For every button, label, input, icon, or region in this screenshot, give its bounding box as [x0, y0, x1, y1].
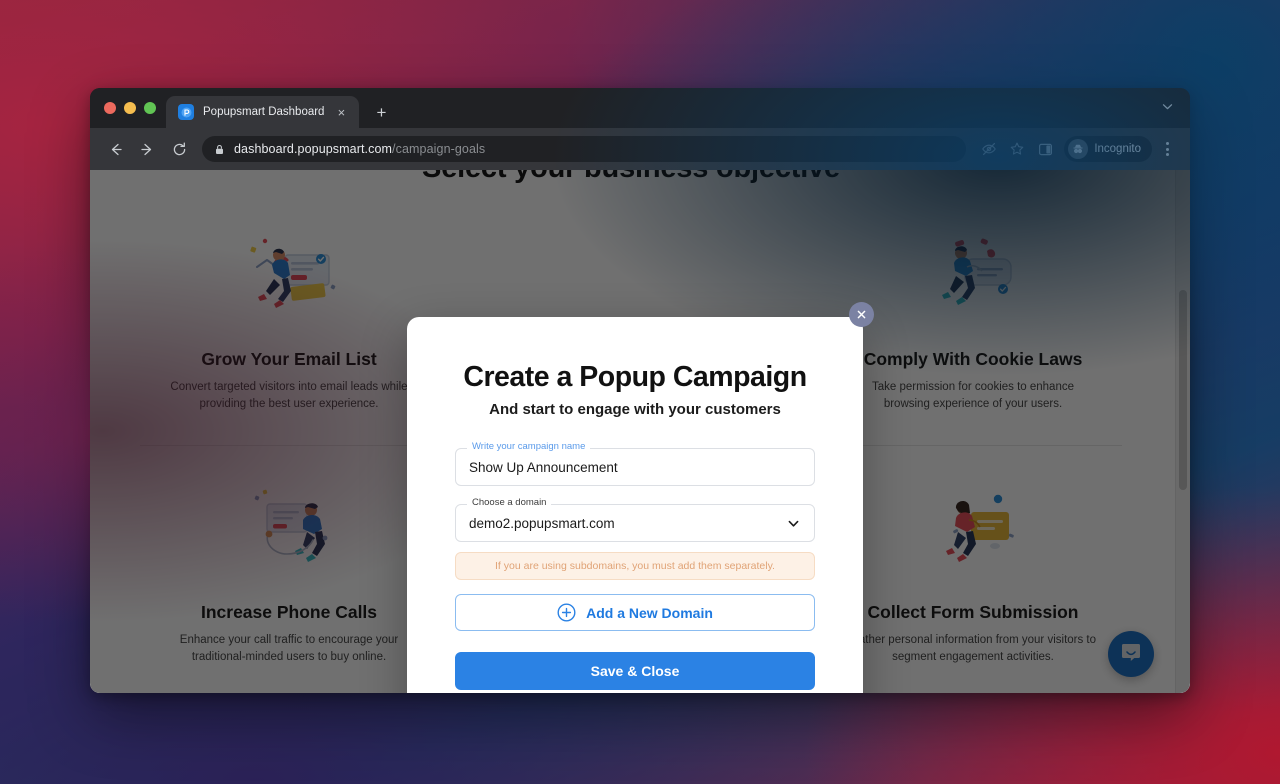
- url-domain: dashboard.popupsmart.com: [234, 142, 393, 156]
- page-viewport: Select your business objective: [90, 170, 1190, 693]
- browser-toolbar: dashboard.popupsmart.com/campaign-goals: [90, 128, 1190, 170]
- profile-incognito-pill[interactable]: Incognito: [1064, 136, 1152, 162]
- window-traffic-lights: [102, 88, 166, 128]
- kebab-menu-icon[interactable]: [1156, 136, 1178, 162]
- plus-circle-icon: [557, 603, 576, 622]
- url-path: /campaign-goals: [392, 142, 486, 156]
- save-and-close-label: Save & Close: [590, 663, 680, 679]
- maximize-window-button[interactable]: [144, 102, 156, 114]
- minimize-window-button[interactable]: [124, 102, 136, 114]
- campaign-name-field[interactable]: Write your campaign name Show Up Announc…: [455, 442, 815, 486]
- browser-tab[interactable]: Popupsmart Dashboard ×: [166, 96, 360, 128]
- lock-icon: [214, 144, 225, 155]
- close-icon: [857, 310, 866, 319]
- browser-tab-strip: Popupsmart Dashboard × +: [90, 88, 1190, 128]
- new-tab-button[interactable]: +: [367, 98, 395, 126]
- reload-icon[interactable]: [164, 134, 194, 164]
- domain-select-field[interactable]: Choose a domain demo2.popupsmart.com: [455, 498, 815, 542]
- incognito-avatar-icon: [1068, 139, 1089, 159]
- browser-tab-title: Popupsmart Dashboard: [203, 106, 325, 118]
- add-new-domain-button[interactable]: Add a New Domain: [455, 594, 815, 631]
- popupsmart-favicon: [178, 104, 194, 120]
- address-bar-url: dashboard.popupsmart.com/campaign-goals: [234, 142, 485, 156]
- add-new-domain-label: Add a New Domain: [586, 604, 713, 621]
- profile-label: Incognito: [1094, 143, 1141, 155]
- tab-close-icon[interactable]: ×: [333, 104, 349, 120]
- star-icon[interactable]: [1004, 136, 1030, 162]
- close-window-button[interactable]: [104, 102, 116, 114]
- chevron-down-icon[interactable]: [786, 516, 801, 531]
- address-bar[interactable]: dashboard.popupsmart.com/campaign-goals: [202, 136, 967, 162]
- side-panel-icon[interactable]: [1032, 136, 1058, 162]
- campaign-name-input[interactable]: Show Up Announcement: [469, 460, 801, 475]
- browser-window: Popupsmart Dashboard × + dashboard.popup…: [90, 88, 1190, 693]
- chevron-down-icon[interactable]: [1161, 100, 1174, 118]
- campaign-name-label: Write your campaign name: [467, 442, 591, 452]
- desktop-background: Popupsmart Dashboard × + dashboard.popup…: [0, 0, 1280, 784]
- save-and-close-button[interactable]: Save & Close: [455, 652, 815, 690]
- eye-slash-icon[interactable]: [976, 136, 1002, 162]
- subdomain-notice: If you are using subdomains, you must ad…: [455, 552, 815, 580]
- modal-subtitle: And start to engage with your customers: [489, 401, 781, 418]
- modal-title: Create a Popup Campaign: [463, 361, 807, 393]
- domain-select-value[interactable]: demo2.popupsmart.com: [469, 516, 786, 531]
- modal-close-button[interactable]: [849, 302, 874, 327]
- domain-select-label: Choose a domain: [467, 498, 552, 508]
- create-campaign-modal: Create a Popup Campaign And start to eng…: [407, 302, 874, 693]
- back-arrow-icon[interactable]: [100, 134, 130, 164]
- forward-arrow-icon[interactable]: [132, 134, 162, 164]
